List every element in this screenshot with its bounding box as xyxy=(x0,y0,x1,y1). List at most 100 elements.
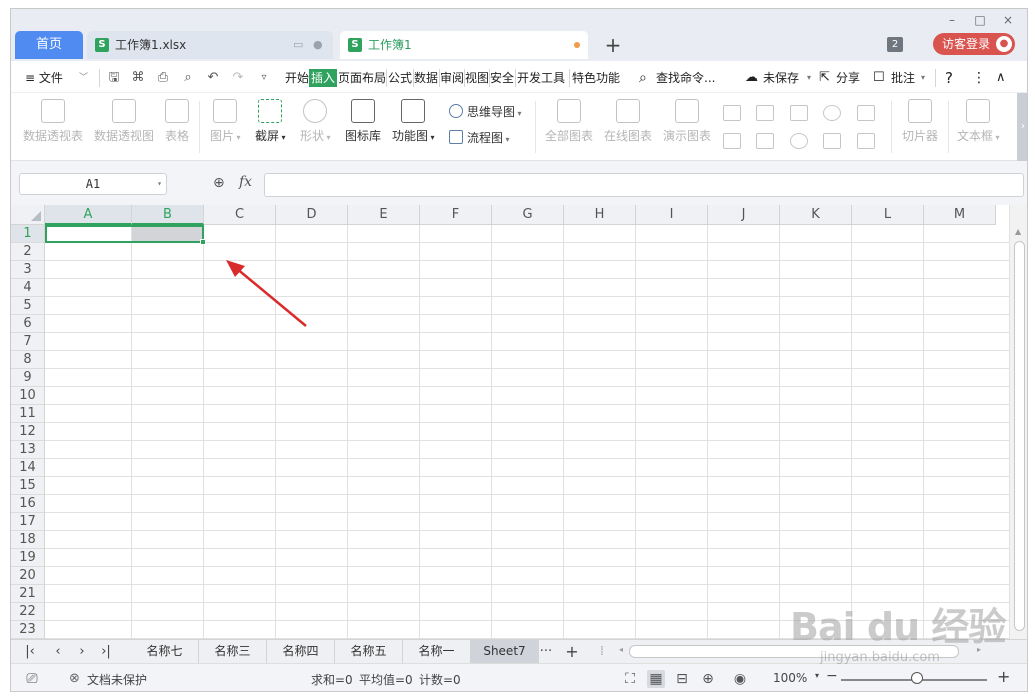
more-sheets-button[interactable]: ··· xyxy=(537,642,555,662)
reading-mode-icon[interactable]: ⊕ xyxy=(699,670,717,688)
file-menu[interactable]: ≡ 文件 xyxy=(25,69,63,87)
column-header[interactable]: E xyxy=(348,205,420,225)
guest-login-button[interactable]: 访客登录 ● xyxy=(933,33,1015,55)
splitter-handle[interactable]: ⁞ xyxy=(593,642,611,662)
column-header[interactable]: B xyxy=(132,205,204,225)
cloud-icon[interactable]: ☁ xyxy=(745,69,758,87)
document-protection-status[interactable]: 文档未保护 xyxy=(87,671,147,688)
row-header[interactable]: 2 xyxy=(11,243,45,261)
zoom-out-icon[interactable]: − xyxy=(826,668,838,684)
add-sheet-button[interactable]: + xyxy=(563,642,581,662)
next-sheet-icon[interactable]: › xyxy=(73,642,91,662)
tab-home[interactable]: 首页 xyxy=(15,31,83,59)
column-header[interactable]: K xyxy=(780,205,852,225)
save-icon[interactable]: 🖫 xyxy=(105,69,123,87)
row-header[interactable]: 21 xyxy=(11,585,45,603)
comment-icon[interactable]: ☐ xyxy=(873,69,885,87)
tab-review[interactable]: 审阅 xyxy=(440,69,464,87)
screenshot-button[interactable]: 截屏 ▾ xyxy=(255,99,286,144)
column-chart-icon[interactable] xyxy=(723,105,741,121)
chevron-down-icon[interactable]: ▾ xyxy=(921,69,925,87)
row-header[interactable]: 7 xyxy=(11,333,45,351)
row-header[interactable]: 13 xyxy=(11,441,45,459)
scroll-left-icon[interactable]: ◂ xyxy=(619,645,623,654)
share-icon[interactable]: ⇱ xyxy=(819,69,830,87)
column-header[interactable]: J xyxy=(708,205,780,225)
row-header[interactable]: 20 xyxy=(11,567,45,585)
chevron-down-icon[interactable]: ▾ xyxy=(807,69,811,87)
column-header[interactable]: M xyxy=(924,205,996,225)
sheet-tab[interactable]: 名称七 xyxy=(131,640,199,663)
scroll-thumb[interactable] xyxy=(1014,241,1025,631)
row-header[interactable]: 17 xyxy=(11,513,45,531)
tab-security[interactable]: 安全 xyxy=(490,69,514,87)
textbox-button[interactable]: 文本框 ▾ xyxy=(957,99,1000,144)
tab-developer[interactable]: 开发工具 xyxy=(517,69,565,87)
shapes-button[interactable]: 形状 ▾ xyxy=(300,99,331,144)
row-header[interactable]: 8 xyxy=(11,351,45,369)
window-count-badge[interactable]: 2 xyxy=(887,37,903,52)
cell-grid[interactable]: ▲ A B C D E F G H I J K L M 1 2 3 4 5 6 7 8 9 10 11 12 13 14 15 16 17… xyxy=(11,205,1027,639)
sheet-tab-active[interactable]: Sheet7 xyxy=(471,640,539,663)
selection-range[interactable] xyxy=(45,225,204,243)
row-header[interactable]: 6 xyxy=(11,315,45,333)
comment-button[interactable]: 批注 xyxy=(891,69,915,87)
map-chart-icon[interactable] xyxy=(723,133,741,149)
eye-protection-icon[interactable]: ◉ xyxy=(731,670,749,688)
row-header[interactable]: 12 xyxy=(11,423,45,441)
row-header[interactable]: 18 xyxy=(11,531,45,549)
icon-library-button[interactable]: 图标库 xyxy=(345,99,381,144)
sheet-tab[interactable]: 名称四 xyxy=(267,640,335,663)
new-tab-button[interactable]: + xyxy=(601,31,625,59)
row-header[interactable]: 16 xyxy=(11,495,45,513)
first-sheet-icon[interactable]: |‹ xyxy=(21,642,39,662)
search-icon[interactable]: ⌕ xyxy=(639,69,647,87)
prev-sheet-icon[interactable]: ‹ xyxy=(49,642,67,662)
sheet-tab[interactable]: 名称三 xyxy=(199,640,267,663)
tab-workbook-active[interactable]: S 工作簿1 xyxy=(340,31,588,59)
fill-handle[interactable] xyxy=(200,239,206,245)
flowchart-button[interactable]: 流程图 ▾ xyxy=(449,129,510,146)
unsaved-menu[interactable]: 未保存 xyxy=(763,69,799,87)
print-icon[interactable]: ⎙ xyxy=(154,69,172,87)
line-chart-icon[interactable] xyxy=(790,105,808,121)
undo-icon[interactable]: ↶ xyxy=(204,69,222,87)
mindmap-button[interactable]: 思维导图 ▾ xyxy=(449,103,522,120)
zoom-in-icon[interactable]: + xyxy=(997,667,1010,686)
tab-view[interactable]: 视图 xyxy=(465,69,489,87)
row-header[interactable]: 9 xyxy=(11,369,45,387)
tab-workbook-file[interactable]: S 工作簿1.xlsx ▭ ● xyxy=(87,31,333,59)
collapse-ribbon-icon[interactable]: ∧ xyxy=(996,69,1006,87)
more-quick-icon[interactable]: ▿ xyxy=(255,69,273,87)
page-break-view-icon[interactable]: ⊟ xyxy=(673,670,691,688)
online-charts-button[interactable]: 在线图表 xyxy=(604,99,652,144)
maximize-button[interactable]: □ xyxy=(969,11,991,29)
tab-data[interactable]: 数据 xyxy=(414,69,438,87)
chevron-down-icon[interactable]: ▾ xyxy=(157,174,162,194)
name-box[interactable]: A1 ▾ xyxy=(19,173,167,195)
row-header[interactable]: 1 xyxy=(11,225,45,243)
tab-special[interactable]: 特色功能 xyxy=(572,69,620,87)
help-button[interactable]: ? xyxy=(945,69,953,87)
tab-formula[interactable]: 公式 xyxy=(388,69,412,87)
chevron-down-icon[interactable]: ▾ xyxy=(815,671,819,680)
row-header[interactable]: 4 xyxy=(11,279,45,297)
format-painter-icon[interactable]: ⌘ xyxy=(129,69,147,87)
select-all-corner[interactable] xyxy=(11,205,45,225)
command-search[interactable]: 查找命令... xyxy=(656,69,715,87)
scatter-chart-icon[interactable] xyxy=(823,133,841,149)
slicer-button[interactable]: 切片器 xyxy=(902,99,938,144)
macro-recorder-icon[interactable]: ⎚ xyxy=(23,670,41,688)
chevron-down-icon[interactable]: ﹀ xyxy=(79,69,88,87)
pie-chart-icon[interactable] xyxy=(790,133,808,149)
close-window-button[interactable]: × xyxy=(997,11,1019,29)
function-chart-button[interactable]: 功能图 ▾ xyxy=(392,99,435,144)
last-sheet-icon[interactable]: ›| xyxy=(97,642,115,662)
column-header[interactable]: C xyxy=(204,205,276,225)
row-header[interactable]: 11 xyxy=(11,405,45,423)
pivot-table-button[interactable]: 数据透视表 xyxy=(23,99,83,144)
fullscreen-icon[interactable]: ⛶ xyxy=(621,670,639,688)
normal-view-icon[interactable]: ▦ xyxy=(647,670,665,688)
picture-button[interactable]: 图片 ▾ xyxy=(210,99,241,144)
ribbon-scroll-right-icon[interactable]: › xyxy=(1017,93,1027,161)
